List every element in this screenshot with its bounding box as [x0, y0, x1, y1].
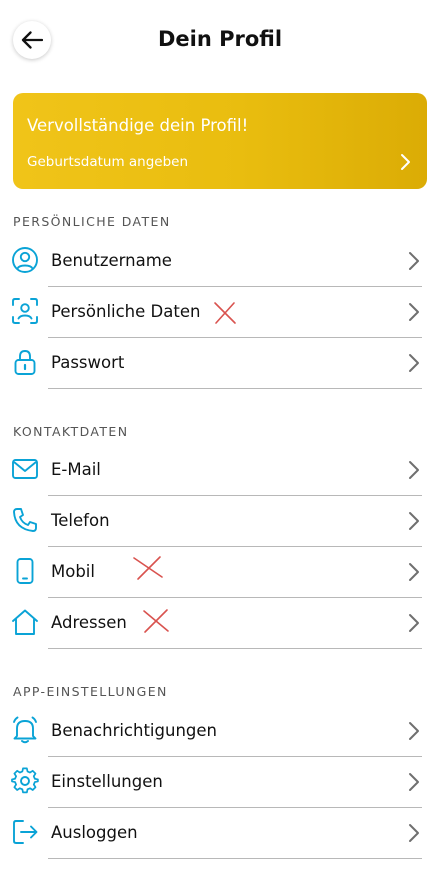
face-scan-icon: [12, 298, 38, 324]
chevron-right-icon: [409, 252, 419, 270]
menu-item-label: E-Mail: [51, 460, 101, 479]
house-icon: [12, 609, 38, 635]
envelope-icon: [12, 459, 38, 479]
divider: [48, 648, 422, 649]
chevron-right-icon: [409, 614, 419, 632]
divider: [48, 388, 422, 389]
menu-item-label: Benachrichtigungen: [51, 721, 217, 740]
menu-item-email[interactable]: E-Mail: [0, 445, 440, 496]
bell-icon: [13, 716, 37, 744]
phone-icon: [13, 508, 37, 532]
menu-item-addresses[interactable]: Adressen: [0, 598, 440, 649]
menu-item-username[interactable]: Benutzername: [0, 236, 440, 287]
menu-item-label: Mobil: [51, 562, 95, 581]
chevron-right-icon: [409, 563, 419, 581]
logout-icon: [13, 820, 38, 844]
menu-item-settings[interactable]: Einstellungen: [0, 757, 440, 808]
chevron-right-icon: [409, 461, 419, 479]
chevron-right-icon: [409, 354, 419, 372]
menu-item-personal-data[interactable]: Persönliche Daten: [0, 287, 440, 338]
banner-subtitle: Geburtsdatum angeben: [27, 154, 189, 170]
menu-item-label: Passwort: [51, 353, 125, 372]
menu-item-mobile[interactable]: Mobil: [0, 547, 440, 598]
banner-title: Vervollständige dein Profil!: [27, 116, 249, 135]
menu-item-label: Benutzername: [51, 251, 172, 270]
section-heading-app-settings: APP-EINSTELLUNGEN: [13, 684, 168, 699]
chevron-right-icon: [409, 773, 419, 791]
menu-item-notifications[interactable]: Benachrichtigungen: [0, 706, 440, 757]
chevron-right-icon: [409, 722, 419, 740]
section-heading-personal: PERSÖNLICHE DATEN: [13, 214, 171, 229]
section-heading-contact: KONTAKTDATEN: [13, 424, 129, 439]
menu-item-label: Ausloggen: [51, 823, 138, 842]
menu-item-label: Persönliche Daten: [51, 302, 201, 321]
cross-mark-icon: [133, 556, 163, 580]
user-circle-icon: [12, 247, 38, 273]
cross-mark-icon: [143, 609, 169, 633]
chevron-right-icon: [409, 824, 419, 842]
gear-icon: [11, 767, 39, 794]
menu-item-password[interactable]: Passwort: [0, 338, 440, 389]
page-title: Dein Profil: [157, 27, 283, 51]
complete-profile-banner[interactable]: Vervollständige dein Profil! Geburtsdatu…: [13, 93, 427, 189]
chevron-right-icon: [409, 303, 419, 321]
cross-mark-icon: [214, 302, 236, 324]
menu-item-label: Adressen: [51, 613, 127, 632]
chevron-right-icon: [409, 512, 419, 530]
menu-item-label: Telefon: [51, 511, 110, 530]
mobile-phone-icon: [16, 558, 34, 584]
menu-item-label: Einstellungen: [51, 772, 163, 791]
menu-item-phone[interactable]: Telefon: [0, 496, 440, 547]
chevron-right-icon: [401, 154, 410, 170]
divider: [48, 858, 422, 859]
menu-item-logout[interactable]: Ausloggen: [0, 808, 440, 859]
header: Dein Profil: [0, 0, 440, 80]
lock-icon: [14, 350, 36, 375]
